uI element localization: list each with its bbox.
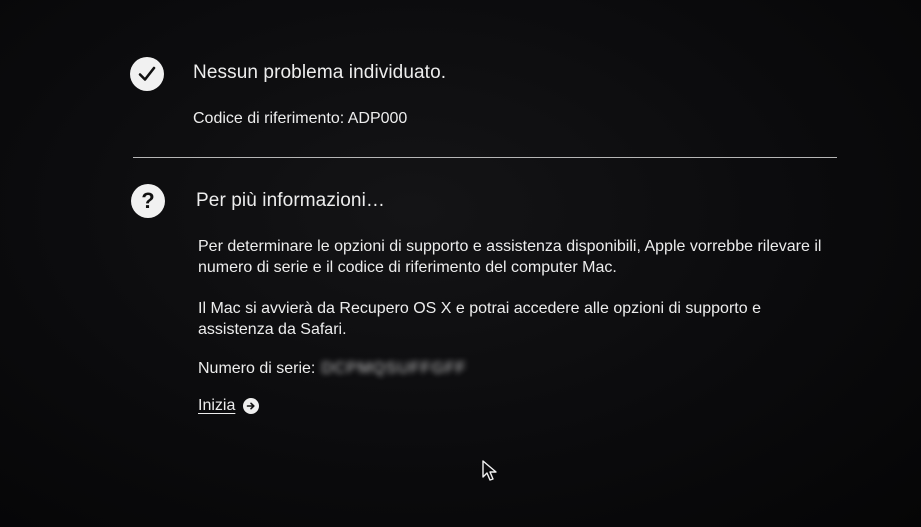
serial-number-label: Numero di serie: bbox=[198, 360, 316, 377]
checkmark-circle-icon bbox=[130, 57, 164, 91]
info-title: Per più informazioni… bbox=[196, 190, 386, 211]
result-title: Nessun problema individuato. bbox=[193, 62, 447, 83]
start-link[interactable]: Inizia bbox=[198, 397, 260, 415]
serial-number-row: Numero di serie: DCPMQSUFFGFF bbox=[198, 358, 467, 379]
mouse-pointer-icon bbox=[482, 460, 498, 487]
diagnostics-screen: Nessun problema individuato. Codice di r… bbox=[0, 0, 921, 527]
question-circle-icon: ? bbox=[131, 184, 165, 218]
section-divider bbox=[133, 157, 837, 158]
start-link-label[interactable]: Inizia bbox=[198, 397, 235, 415]
info-paragraph-2: Il Mac si avvierà da Recupero OS X e pot… bbox=[198, 300, 761, 338]
info-paragraph-1: Per determinare le opzioni di supporto e… bbox=[198, 238, 822, 276]
serial-number-value: DCPMQSUFFGFF bbox=[321, 360, 467, 377]
reference-code: Codice di riferimento: ADP000 bbox=[193, 110, 408, 127]
arrow-right-circle-icon[interactable] bbox=[243, 398, 260, 414]
